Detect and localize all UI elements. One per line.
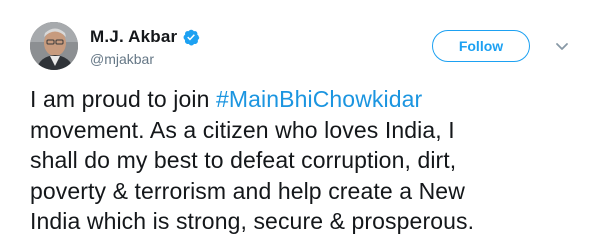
avatar[interactable] [30,22,78,70]
chevron-down-icon[interactable] [554,40,570,52]
user-handle[interactable]: @mjakbar [90,51,200,67]
name-row: M.J. Akbar [90,26,200,48]
tweet-text-line: poverty & terrorism and help create a Ne… [30,177,465,204]
tweet-text-fragment: I am proud to join [30,86,217,112]
tweet-text: I am proud to join #MainBhiChowkidar mov… [30,84,590,237]
tweet-text-line: movement. As a citizen who loves India, … [30,116,455,143]
hashtag-link[interactable]: #MainBhiChowkidar [216,86,422,112]
tweet-header: M.J. Akbar @mjakbar Follow [30,18,590,74]
tweet-text-line: India which is strong, secure & prospero… [30,208,475,234]
tweet-text-line: I am proud to join #MainBhiChowkidar [30,84,590,115]
verified-badge-icon [182,28,200,46]
tweet-card: M.J. Akbar @mjakbar Follow I am proud to… [0,0,600,242]
avatar-image [30,22,78,70]
follow-button[interactable]: Follow [432,30,530,62]
display-name[interactable]: M.J. Akbar [90,27,177,47]
author-info: M.J. Akbar @mjakbar [90,26,200,67]
tweet-text-line: shall do my best to defeat corruption, d… [30,147,457,173]
